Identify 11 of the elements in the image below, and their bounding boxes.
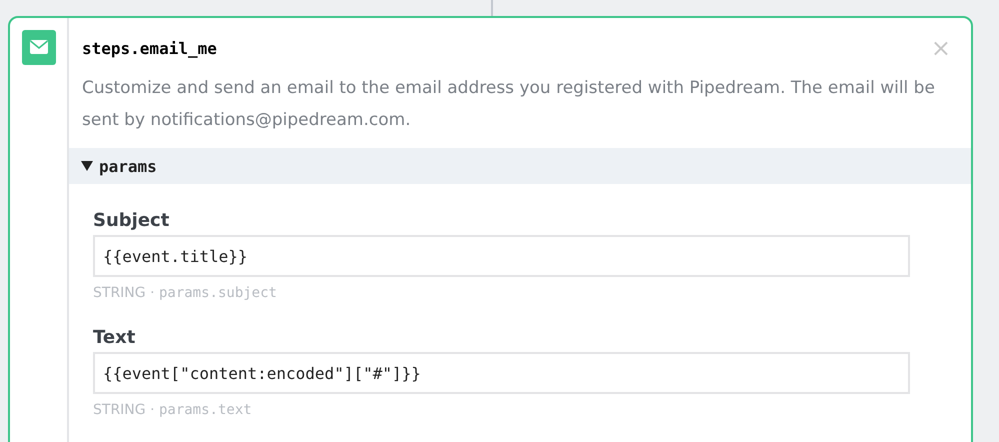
- input-field[interactable]: {{event["content:encoded"]["#"]}}: [93, 352, 910, 394]
- envelope-icon: [22, 30, 56, 65]
- field-label: Subject: [93, 210, 170, 231]
- params-section-header[interactable]: params: [69, 148, 971, 184]
- field-hint: STRING · params.text: [93, 402, 253, 418]
- input-field[interactable]: {{event.title}}: [93, 235, 910, 277]
- field-hint: STRING · params.subject: [93, 285, 278, 301]
- caret-down-icon: [81, 161, 93, 171]
- field-label: Text: [93, 327, 136, 348]
- step-description: Customize and send an email to the email address you registered with Pipedream. The email will be sent by notifications@pipedream.com.: [82, 77, 936, 132]
- step-title: steps.email_me: [82, 38, 217, 58]
